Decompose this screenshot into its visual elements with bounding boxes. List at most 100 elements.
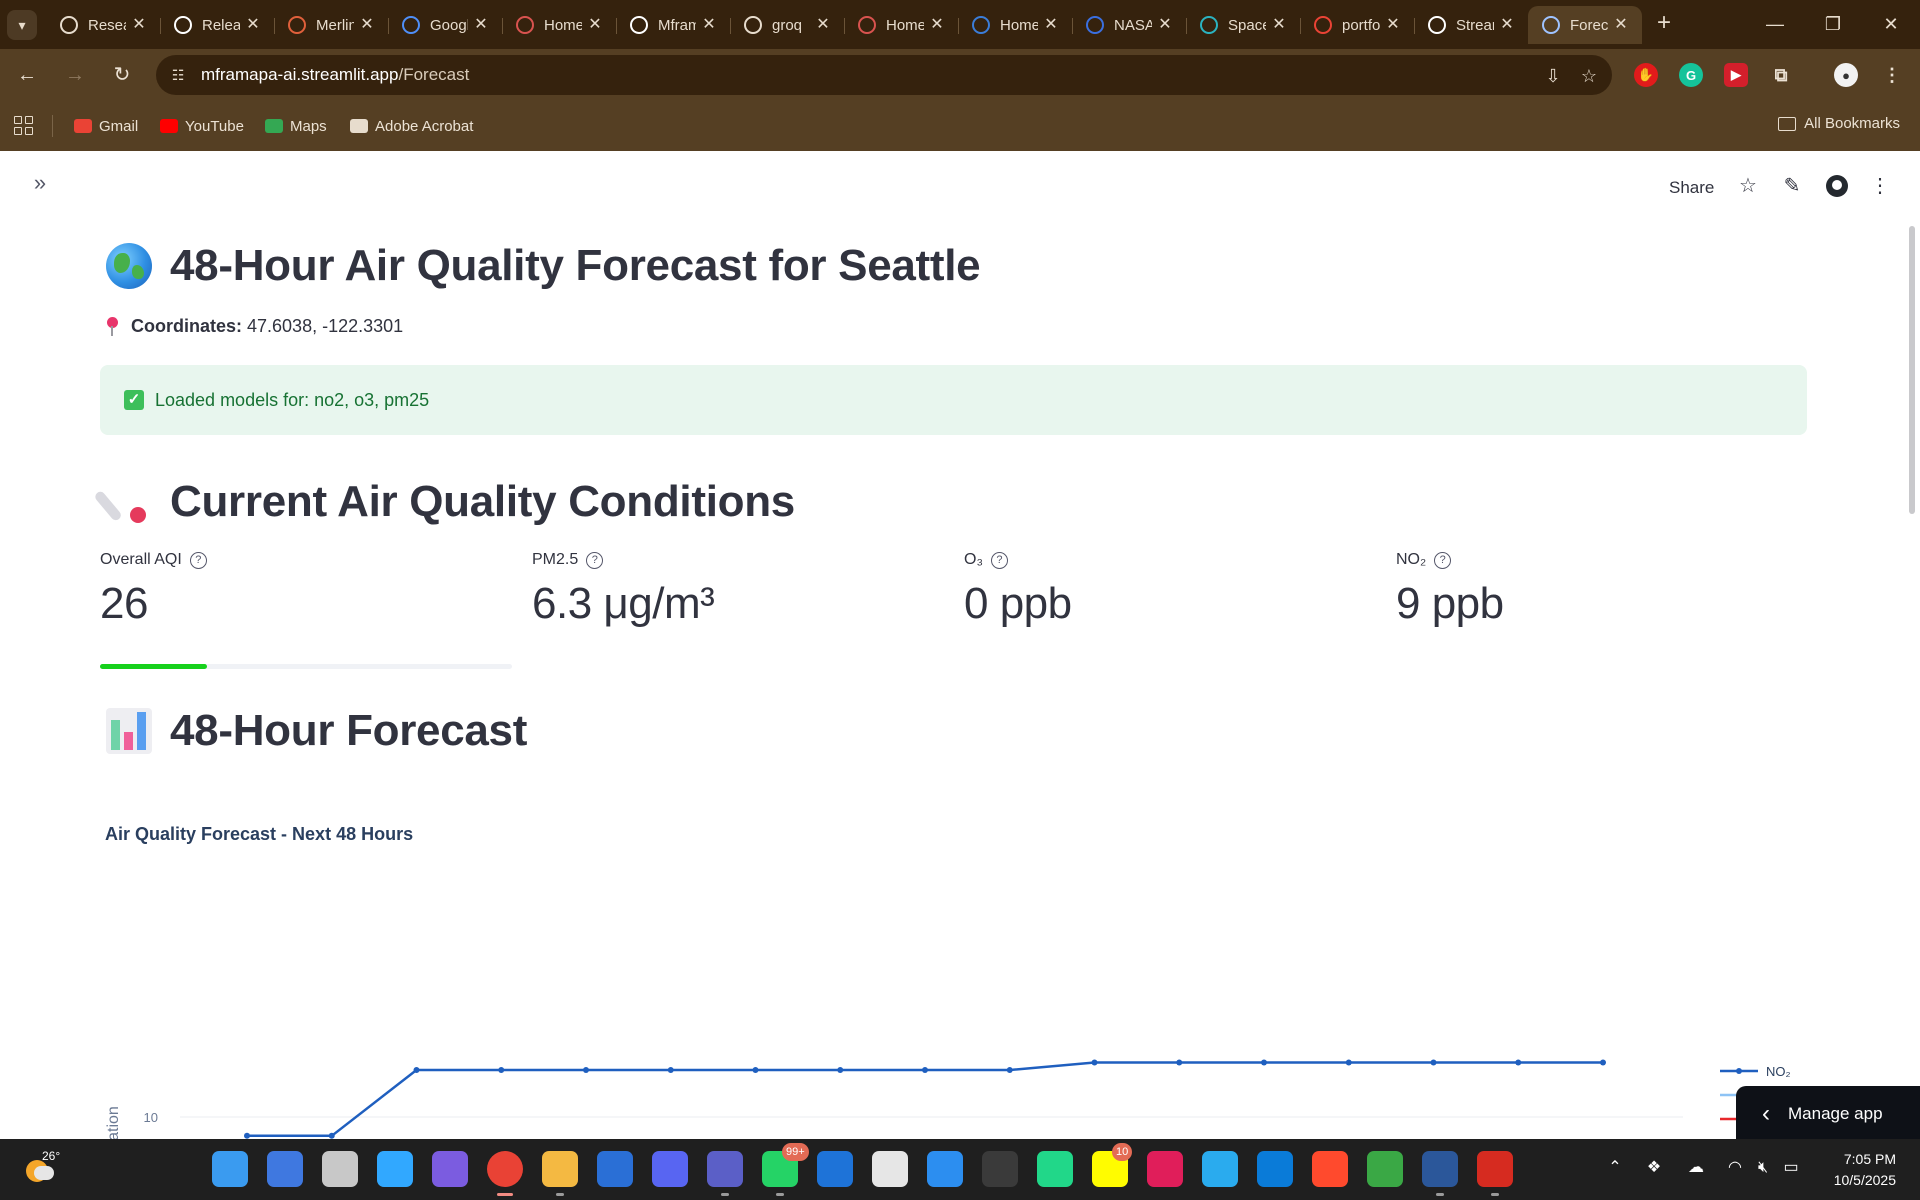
forecast-line-chart[interactable]: 510ConcentrationNO₂O₃PM2.5 [90,751,1850,1139]
help-icon[interactable]: ? [1434,551,1452,569]
start-icon[interactable] [212,1151,248,1187]
word-icon[interactable] [1422,1151,1458,1187]
tab-close-icon[interactable]: ✕ [358,16,376,34]
extension-red-icon[interactable]: ▶ [1724,63,1748,87]
cloud-offline-icon[interactable]: ☁ [1685,1157,1707,1179]
telegram-icon[interactable] [1202,1151,1238,1187]
earth-icon [972,16,990,34]
tab-close-icon[interactable]: ✕ [1042,16,1060,34]
vscode-icon[interactable] [927,1151,963,1187]
browser-tab[interactable]: Forecast✕ [1528,6,1642,44]
tab-close-icon[interactable]: ✕ [700,16,718,34]
task-view-icon[interactable] [322,1151,358,1187]
browser-tab[interactable]: Mframapa✕ [616,6,730,44]
reload-icon[interactable]: ↻ [106,59,138,91]
browser-tab[interactable]: Home ✕ [502,6,616,44]
teams-icon[interactable] [707,1151,743,1187]
extensions-puzzle-icon[interactable]: ⧉ [1769,63,1793,87]
browser-tab[interactable]: Research✕ [46,6,160,44]
browser-tab[interactable]: Merlin ✕ [274,6,388,44]
photoshop-icon[interactable] [377,1151,413,1187]
all-bookmarks-button[interactable]: All Bookmarks [1778,115,1900,132]
browser-tab[interactable]: Space Apps✕ [1186,6,1300,44]
browser-tab[interactable]: groq ✕ [730,6,844,44]
chrome-icon[interactable] [487,1151,523,1187]
tab-close-icon[interactable]: ✕ [1270,16,1288,34]
profile-avatar[interactable]: ● [1834,63,1858,87]
github-icon[interactable] [1824,173,1850,199]
discord-icon[interactable] [652,1151,688,1187]
dropbox-icon[interactable]: ❖ [1643,1157,1665,1179]
pycharm-icon[interactable] [1037,1151,1073,1187]
volume-muted-icon[interactable]: 🔇︎ [1752,1157,1774,1179]
help-icon[interactable]: ? [189,551,207,569]
tab-close-icon[interactable]: ✕ [472,16,490,34]
install-app-icon[interactable]: ⇩ [1542,65,1564,87]
manage-app-button[interactable]: ‹ Manage app [1736,1086,1920,1139]
data-point [413,1067,420,1073]
back-icon[interactable]: ← [11,59,43,91]
address-bar[interactable]: ☷ mframapa-ai.streamlit.app/Forecast ⇩ ☆ [156,55,1612,95]
tab-close-icon[interactable]: ✕ [1384,16,1402,34]
copilot-icon[interactable] [432,1151,468,1187]
tab-close-icon[interactable]: ✕ [244,16,262,34]
app-green-icon[interactable] [1367,1151,1403,1187]
app-beta-icon[interactable] [597,1151,633,1187]
app-diamond-icon[interactable] [1312,1151,1348,1187]
search-icon[interactable] [267,1151,303,1187]
expand-sidebar-icon[interactable]: » [27,171,53,197]
close-window-icon[interactable]: ✕ [1868,8,1914,40]
share-button[interactable]: Share [1669,178,1714,198]
tab-close-icon[interactable]: ✕ [1498,16,1516,34]
help-icon[interactable]: ? [586,551,604,569]
browser-tab[interactable]: Releases✕ [160,6,274,44]
wifi-icon[interactable]: ◠ [1724,1157,1746,1179]
bookmark-item[interactable]: Maps [265,115,327,137]
page-scrollbar[interactable] [1909,226,1915,514]
apps-grid-icon[interactable] [14,116,34,136]
browser-toolbar: ← → ↻ ☷ mframapa-ai.streamlit.app/Foreca… [0,49,1920,101]
bookmark-item[interactable]: Gmail [74,115,138,137]
weather-widget[interactable]: 26° [26,1149,60,1186]
star-icon[interactable]: ☆ [1735,173,1761,199]
grammarly-icon[interactable]: G [1679,63,1703,87]
tab-close-icon[interactable]: ✕ [1156,16,1174,34]
site-info-icon[interactable]: ☷ [168,65,188,85]
restore-icon[interactable]: ❐ [1810,8,1856,40]
edit-pencil-icon[interactable]: ✎ [1779,173,1805,199]
tab-search-icon[interactable]: ▾ [7,10,37,40]
minimize-icon[interactable]: — [1752,8,1798,40]
slack-icon[interactable] [1147,1151,1183,1187]
app-blue-icon[interactable] [817,1151,853,1187]
tab-close-icon[interactable]: ✕ [586,16,604,34]
app-sq-icon[interactable] [1257,1151,1293,1187]
tab-close-icon[interactable]: ✕ [928,16,946,34]
browser-tab[interactable]: Google Gemini✕ [388,6,502,44]
data-point [922,1067,928,1073]
browser-tab[interactable]: portfolio✕ [1300,6,1414,44]
browser-tab[interactable]: Home ✕ [844,6,958,44]
clock[interactable]: 7:05 PM 10/5/2025 [1834,1149,1896,1191]
new-tab-icon[interactable]: + [1650,10,1678,38]
tray-overflow-icon[interactable]: ⌃ [1604,1157,1626,1179]
battery-icon[interactable]: ▭ [1780,1157,1802,1179]
forward-icon[interactable]: → [59,59,91,91]
tab-close-icon[interactable]: ✕ [130,16,148,34]
browser-tab[interactable]: Streamlit✕ [1414,6,1528,44]
browser-tab[interactable]: NASA ✕ [1072,6,1186,44]
app-24-icon[interactable] [982,1151,1018,1187]
help-icon[interactable]: ? [990,551,1008,569]
bookmark-item[interactable]: YouTube [160,115,244,137]
acrobat-icon[interactable] [1477,1151,1513,1187]
chatgpt-icon[interactable] [872,1151,908,1187]
extension-hand-icon[interactable]: ✋ [1634,63,1658,87]
bookmark-star-icon[interactable]: ☆ [1578,65,1600,87]
main-menu-icon[interactable]: ⋮ [1867,173,1893,199]
bookmark-item[interactable]: Adobe Acrobat [350,115,473,137]
tab-close-icon[interactable]: ✕ [814,16,832,34]
browser-menu-icon[interactable]: ⋮ [1880,63,1904,87]
url-text[interactable]: mframapa-ai.streamlit.app/Forecast [201,65,469,85]
file-explorer-icon[interactable] [542,1151,578,1187]
tab-close-icon[interactable]: ✕ [1612,16,1630,34]
browser-tab[interactable]: Home ✕ [958,6,1072,44]
